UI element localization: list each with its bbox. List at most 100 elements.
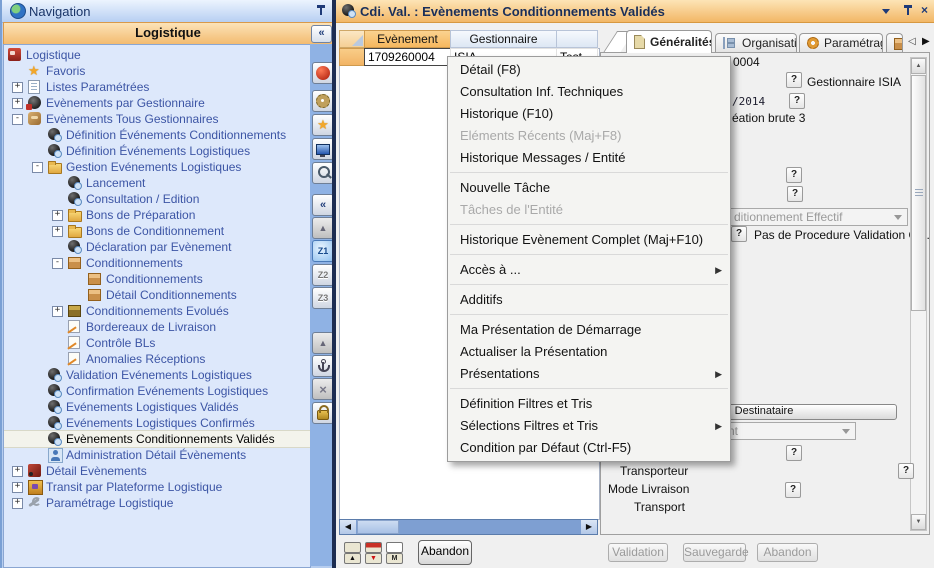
collapse-panel-button[interactable]: « [311, 25, 332, 43]
tree-item-conditionnements[interactable]: Conditionnements [4, 271, 310, 287]
tree-expander-icon[interactable]: + [12, 82, 23, 93]
menu-item-additifs[interactable]: Additifs [448, 289, 730, 311]
menu-item-condition-par-defaut-ctrl-f5[interactable]: Condition par Défaut (Ctrl-F5) [448, 437, 730, 459]
chevron-down-icon[interactable] [882, 9, 890, 18]
tab-more[interactable] [886, 33, 903, 52]
tree-item-conditionnements[interactable]: -Conditionnements [4, 255, 310, 271]
tree-item-bons-de-preparation[interactable]: +Bons de Préparation [4, 207, 310, 223]
tab-scroll-right-icon[interactable]: ▶ [922, 36, 930, 47]
display-button[interactable] [312, 138, 334, 160]
help-button[interactable]: ? [785, 482, 801, 498]
tree-item-definition-evenements-conditionnements[interactable]: Définition Événements Conditionnements [4, 127, 310, 143]
tree-item-evenements-logistiques-valides[interactable]: Evénements Logistiques Validés [4, 399, 310, 415]
tree-item-bons-de-conditionnement[interactable]: +Bons de Conditionnement [4, 223, 310, 239]
menu-item-historique-messages-entite[interactable]: Historique Messages / Entité [448, 147, 730, 169]
tree-item-lancement[interactable]: Lancement [4, 175, 310, 191]
help-button[interactable]: ? [786, 167, 802, 183]
form-vertical-scrollbar[interactable]: ▲ ▼ [910, 57, 927, 531]
menu-item-actualiser-la-presentation[interactable]: Actualiser la Présentation [448, 341, 730, 363]
tree-item-confirmation-evenements-logistiques[interactable]: Confirmation Evénements Logistiques [4, 383, 310, 399]
scrollbar-thumb[interactable] [911, 75, 926, 311]
cell-evenement[interactable]: 1709260004 [364, 48, 451, 66]
collapse-button[interactable]: « [312, 194, 334, 216]
scroll-left-icon[interactable]: ◀ [340, 520, 356, 534]
help-button[interactable]: ? [787, 186, 803, 202]
row-indicator[interactable] [339, 48, 365, 66]
tree-item-listes-parametrees[interactable]: +Listes Paramétrées [4, 79, 310, 95]
search-button[interactable] [312, 162, 334, 184]
page-white-button[interactable] [386, 542, 403, 553]
tree-item-validation-evenements-logistiques[interactable]: Validation Evénements Logistiques [4, 367, 310, 383]
help-button[interactable]: ? [786, 445, 802, 461]
tree-expander-icon[interactable]: - [12, 114, 23, 125]
anchor-button[interactable] [312, 355, 334, 377]
close-panel-button[interactable] [312, 62, 334, 84]
menu-item-selections-filtres-et-tris[interactable]: Sélections Filtres et Tris▶ [448, 415, 730, 437]
tree-item-favoris[interactable]: Favoris [4, 63, 310, 79]
tree-item-controle-bls[interactable]: Contrôle BLs [4, 335, 310, 351]
lock-button[interactable] [312, 402, 334, 424]
tree-item-gestion-evenements-logistiques[interactable]: -Gestion Evénements Logistiques [4, 159, 310, 175]
tree-expander-icon[interactable]: + [12, 498, 23, 509]
promote-button[interactable]: ▲ [312, 217, 334, 239]
tree-item-evenements-tous-gestionnaires[interactable]: -Evènements Tous Gestionnaires [4, 111, 310, 127]
menu-item-presentations[interactable]: Présentations▶ [448, 363, 730, 385]
close-icon[interactable]: × [921, 3, 928, 17]
menu-item-definition-filtres-et-tris[interactable]: Définition Filtres et Tris [448, 393, 730, 415]
help-button[interactable]: ? [789, 93, 805, 109]
promote-2-button[interactable]: ▲ [312, 332, 334, 354]
tab-parametrage[interactable]: Paramétrage [799, 33, 883, 52]
tree-item-conditionnements-evolues[interactable]: +Conditionnements Evolués [4, 303, 310, 319]
help-button[interactable]: ? [786, 72, 802, 88]
tab-scroll-left-icon[interactable]: ◁ [908, 36, 916, 47]
marker-m-button[interactable]: M [386, 553, 403, 564]
menu-item-consultation-inf-techniques[interactable]: Consultation Inf. Techniques [448, 81, 730, 103]
scroll-up-icon[interactable]: ▲ [911, 58, 926, 74]
help-button[interactable]: ? [898, 463, 914, 479]
menu-item-detail-f8[interactable]: Détail (F8) [448, 59, 730, 81]
pin-icon[interactable] [316, 5, 326, 17]
validation-button[interactable]: Validation [608, 543, 668, 562]
grid-corner-header[interactable] [339, 30, 365, 48]
tree-item-evenements-conditionnements-valides[interactable]: Evènements Conditionnements Validés [4, 431, 310, 447]
tab-generalites[interactable]: Généralités [626, 30, 712, 53]
compass-button[interactable] [312, 90, 334, 112]
tree-item-detail-evenements[interactable]: +Détail Evènements [4, 463, 310, 479]
zoom-1-button[interactable]: Z1 [312, 240, 334, 262]
tree-item-detail-conditionnements[interactable]: Détail Conditionnements [4, 287, 310, 303]
tree-item-bordereaux-de-livraison[interactable]: Bordereaux de Livraison [4, 319, 310, 335]
abandon-button[interactable]: Abandon [418, 540, 472, 565]
grid-horizontal-scrollbar[interactable]: ◀ ▶ [339, 519, 598, 535]
down-red-button[interactable]: ▼ [365, 553, 382, 564]
tree-expander-icon[interactable]: + [52, 226, 63, 237]
zoom-3-button[interactable]: Z3 [312, 287, 334, 309]
tree-item-evenements-par-gestionnaire[interactable]: +Evènements par Gestionnaire [4, 95, 310, 111]
help-button[interactable]: ? [731, 226, 747, 242]
tree-item-evenements-logistiques-confirmes[interactable]: Evénements Logistiques Confirmés [4, 415, 310, 431]
tree-expander-icon[interactable]: + [12, 98, 23, 109]
tree-expander-icon[interactable]: - [32, 162, 43, 173]
scroll-down-icon[interactable]: ▼ [911, 514, 926, 530]
page-red-button[interactable] [365, 542, 382, 553]
menu-item-historique-f10[interactable]: Historique (F10) [448, 103, 730, 125]
scrollbar-thumb[interactable] [357, 520, 399, 534]
tree-item-definition-evenements-logistiques[interactable]: Définition Événements Logistiques [4, 143, 310, 159]
tree-item-consultation-edition[interactable]: Consultation / Edition [4, 191, 310, 207]
menu-item-historique-evenement-complet-maj-f10[interactable]: Historique Evènement Complet (Maj+F10) [448, 229, 730, 251]
zoom-2-button[interactable]: Z2 [312, 264, 334, 286]
tree-expander-icon[interactable]: + [12, 482, 23, 493]
delete-button[interactable]: × [312, 378, 334, 400]
tree-item-parametrage-logistique[interactable]: +Paramétrage Logistique [4, 495, 310, 511]
tree-item-transit-par-plateforme-logistique[interactable]: +Transit par Plateforme Logistique [4, 479, 310, 495]
tree-item-logistique[interactable]: Logistique [4, 47, 310, 63]
page-beige-button[interactable] [344, 542, 361, 553]
abandon-button-right[interactable]: Abandon [757, 543, 818, 562]
grid-header-gestionnaire[interactable]: Gestionnaire [450, 30, 557, 48]
menu-item-nouvelle-tache[interactable]: Nouvelle Tâche [448, 177, 730, 199]
tree-expander-icon[interactable]: + [12, 466, 23, 477]
tree-expander-icon[interactable]: - [52, 258, 63, 269]
menu-item-acces-a[interactable]: Accès à ...▶ [448, 259, 730, 281]
up-black-button[interactable]: ▲ [344, 553, 361, 564]
tree-item-administration-detail-evenements[interactable]: Administration Détail Évènements [4, 447, 310, 463]
tree-item-anomalies-receptions[interactable]: Anomalies Réceptions [4, 351, 310, 367]
